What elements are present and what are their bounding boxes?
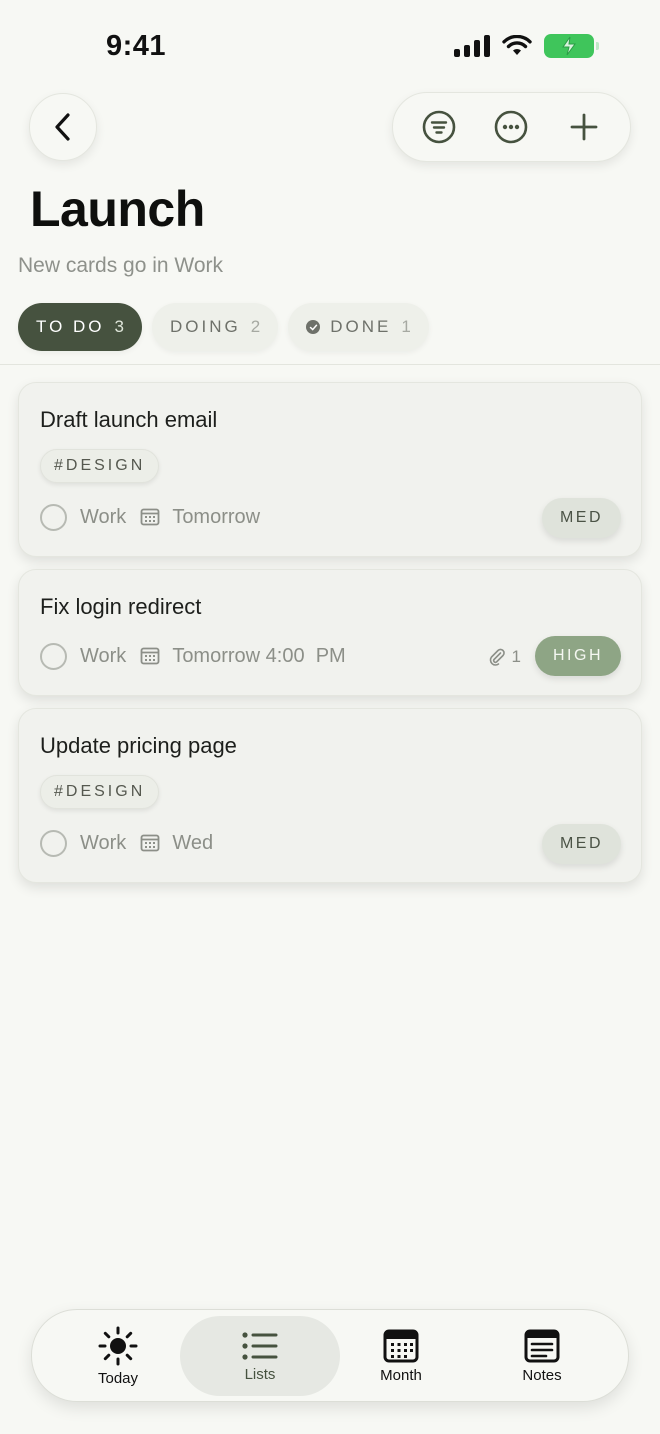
- attachment-number: 1: [511, 647, 521, 666]
- status-icons: [454, 34, 599, 58]
- task-title: Update pricing page: [40, 733, 237, 758]
- screen: 9:41 Launch New cards go in Work TO DO 3…: [0, 0, 660, 1434]
- nav-label: Notes: [522, 1367, 562, 1384]
- task-due: Tomorrow 4:00 PM: [172, 644, 346, 667]
- task-meta: Work Wed: [40, 828, 213, 858]
- nav-label: Lists: [244, 1365, 276, 1383]
- bottom-nav: Today Lists Month Notes: [31, 1309, 629, 1402]
- calendar-icon: [140, 646, 160, 666]
- attachment-count: 1: [488, 647, 521, 667]
- nav-lists[interactable]: Lists: [180, 1316, 340, 1396]
- status-time: 9:41: [106, 30, 167, 62]
- header-actions: [392, 92, 631, 162]
- complete-checkbox[interactable]: [40, 829, 67, 857]
- back-button[interactable]: [29, 93, 97, 161]
- notes-icon: [524, 1329, 560, 1363]
- calendar-month-icon: [383, 1329, 419, 1363]
- battery-icon: [544, 34, 599, 58]
- nav-month[interactable]: Month: [331, 1310, 471, 1403]
- task-card[interactable]: Fix login redirect Work Tomorrow 4:00 PM…: [18, 569, 642, 696]
- add-card-button[interactable]: [562, 105, 606, 149]
- nav-label: Month: [380, 1367, 422, 1384]
- tab-done[interactable]: DONE 1: [288, 303, 429, 351]
- divider: [0, 364, 660, 365]
- tab-label: DONE: [330, 317, 392, 336]
- task-meta: Work Tomorrow: [40, 502, 260, 532]
- check-circle-icon: [306, 320, 321, 334]
- tab-label: TO DO: [36, 317, 105, 336]
- task-card[interactable]: Update pricing page #DESIGN Work Wed MED: [18, 708, 642, 883]
- sun-icon: [98, 1326, 138, 1366]
- nav-today[interactable]: Today: [48, 1310, 188, 1403]
- tab-count: 1: [401, 317, 411, 336]
- task-list: Work: [80, 644, 127, 667]
- list-icon: [242, 1331, 278, 1360]
- task-card[interactable]: Draft launch email #DESIGN Work Tomorrow…: [18, 382, 642, 557]
- complete-checkbox[interactable]: [40, 503, 67, 531]
- tab-doing[interactable]: DOING 2: [152, 303, 279, 351]
- nav-notes[interactable]: Notes: [472, 1310, 612, 1403]
- tab-count: 2: [250, 317, 261, 336]
- task-tag[interactable]: #DESIGN: [40, 775, 160, 809]
- more-icon: [495, 110, 528, 144]
- priority-badge: MED: [541, 498, 621, 538]
- calendar-icon: [140, 833, 160, 853]
- task-title: Draft launch email: [40, 407, 218, 432]
- chevron-left-icon: [55, 113, 70, 141]
- page-title: Launch: [30, 181, 205, 237]
- task-due: Wed: [172, 831, 214, 854]
- task-title: Fix login redirect: [40, 594, 202, 619]
- wifi-icon: [502, 35, 532, 55]
- task-due: Tomorrow: [172, 505, 261, 528]
- nav-label: Today: [97, 1370, 139, 1387]
- task-tag[interactable]: #DESIGN: [40, 449, 160, 483]
- complete-checkbox[interactable]: [40, 642, 67, 670]
- task-meta: Work Tomorrow 4:00 PM: [40, 641, 346, 671]
- tab-label: DOING: [170, 317, 241, 336]
- status-tabs: TO DO 3 DOING 2 DONE 1: [18, 303, 429, 351]
- priority-badge: HIGH: [535, 636, 621, 676]
- filter-button[interactable]: [417, 105, 461, 149]
- priority-badge: MED: [541, 824, 621, 864]
- tab-to-do[interactable]: TO DO 3: [18, 303, 142, 351]
- cellular-signal-icon: [454, 35, 490, 57]
- tab-count: 3: [114, 317, 124, 336]
- paperclip-icon: [489, 648, 505, 666]
- calendar-icon: [140, 507, 160, 527]
- filter-icon: [422, 110, 456, 144]
- task-list: Work: [80, 831, 127, 854]
- page-subtitle: New cards go in Work: [18, 254, 224, 277]
- more-options-button[interactable]: [489, 105, 533, 149]
- task-list: Work: [80, 505, 127, 528]
- plus-icon: [570, 113, 598, 141]
